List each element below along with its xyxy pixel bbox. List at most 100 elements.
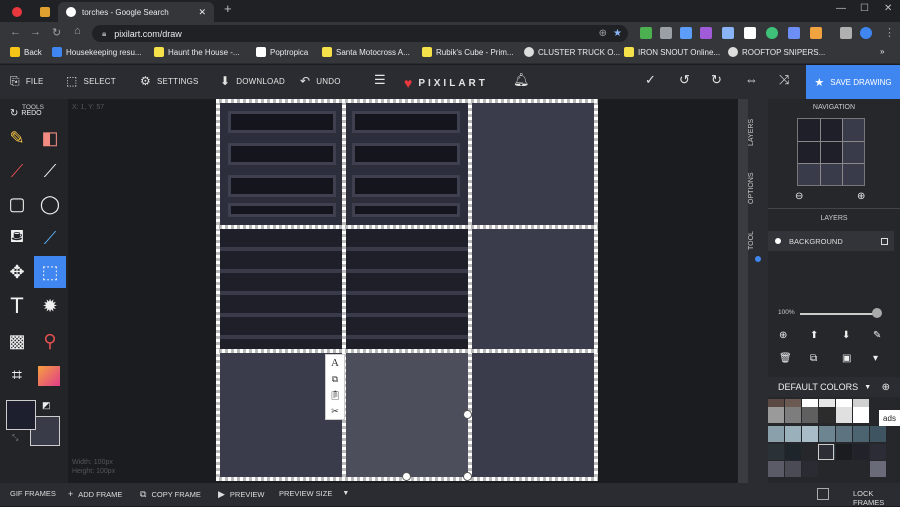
move-tool[interactable]: ✥ — [1, 256, 33, 288]
copy-icon[interactable]: ⧉ — [326, 371, 344, 387]
extension-icon[interactable] — [640, 27, 652, 39]
select-tool[interactable]: ⬚ — [34, 256, 66, 288]
zoom-out-icon[interactable]: ⊖ — [795, 191, 803, 202]
workspace-scrollbar[interactable] — [738, 99, 748, 483]
layer-visible-icon[interactable] — [775, 238, 781, 244]
canvas-tile-empty[interactable] — [472, 103, 594, 225]
gif-frames-button[interactable]: GIF FRAMES — [10, 489, 56, 498]
rectangle-tool[interactable]: ▢ — [1, 188, 33, 220]
palette-swatch[interactable] — [802, 461, 818, 477]
bookmark-item[interactable]: Back — [10, 47, 42, 57]
palette-swatch[interactable] — [853, 444, 869, 460]
line-tool[interactable]: ⟋ — [34, 155, 66, 187]
dither-tool[interactable]: ▩ — [1, 325, 33, 357]
redo-button[interactable]: ↻ REDO — [10, 108, 42, 119]
zoom-in-icon[interactable]: ⊕ — [857, 191, 865, 202]
home-icon[interactable]: ⌂ — [74, 25, 81, 37]
bookmark-item[interactable]: Housekeeping resu... — [52, 47, 142, 57]
tab-options[interactable]: OPTIONS — [748, 168, 768, 208]
reset-colors-icon[interactable]: ⤡ — [12, 433, 18, 443]
extension-icon[interactable] — [680, 27, 692, 39]
layer-options-icon[interactable]: ▾ — [873, 353, 878, 364]
chevron-down-icon[interactable]: ▼ — [864, 384, 871, 391]
stamp-tool[interactable]: ⚲ — [34, 325, 66, 357]
duplicate-layer-icon[interactable]: ⧉ — [810, 353, 817, 364]
add-layer-icon[interactable]: ⊕ — [779, 330, 787, 341]
bookmark-item[interactable]: ROOFTOP SNIPERS... — [728, 47, 825, 57]
bookmark-star-icon[interactable]: ★ — [613, 28, 622, 39]
hamburger-menu-icon[interactable]: ☰ — [374, 72, 386, 88]
lock-frames-button[interactable]: LOCK FRAMES — [853, 489, 900, 507]
palette-swatch[interactable] — [870, 461, 886, 477]
bookmark-item[interactable]: Rubik's Cube - Prim... — [422, 47, 514, 57]
add-icon[interactable]: ⊕ — [599, 28, 607, 39]
palette-swatch[interactable] — [785, 461, 801, 477]
palette-swatch[interactable] — [819, 407, 835, 423]
extension-icon[interactable] — [660, 27, 672, 39]
swap-colors-icon[interactable]: ◩ — [42, 400, 51, 411]
maximize-button[interactable]: ☐ — [860, 3, 869, 14]
add-color-icon[interactable]: ⊕ — [882, 382, 890, 393]
minimize-button[interactable]: — — [836, 3, 846, 14]
primary-color-swatch[interactable] — [6, 400, 36, 430]
notification-bell-icon[interactable]: 🔔︎ — [513, 72, 530, 88]
extension-icon[interactable] — [766, 27, 778, 39]
palette-swatch[interactable] — [853, 407, 869, 423]
layer-row-background[interactable]: BACKGROUND — [768, 231, 894, 251]
move-layer-down-icon[interactable]: ⬇ — [842, 330, 850, 341]
eyedropper-tool[interactable]: ⟋ — [34, 222, 66, 254]
palette-swatch[interactable] — [836, 407, 852, 423]
shuffle-icon[interactable]: ⤨ — [779, 72, 789, 88]
palette-swatch-selected[interactable] — [818, 444, 834, 460]
canvas-tile-selected[interactable] — [346, 353, 468, 477]
extension-icon[interactable] — [840, 27, 852, 39]
browser-tab-pinned-2[interactable] — [32, 2, 56, 22]
bookmark-item[interactable]: Haunt the House -... — [154, 47, 240, 57]
palette-swatch[interactable] — [785, 407, 801, 423]
layer-checkbox[interactable] — [881, 237, 888, 245]
bookmark-item[interactable]: CLUSTER TRUCK O... — [524, 47, 620, 57]
edit-layer-icon[interactable]: ✎ — [873, 330, 881, 341]
bookmark-item[interactable]: Poptropica — [256, 47, 308, 57]
new-tab-button[interactable]: + — [224, 1, 232, 16]
palette-swatch[interactable] — [768, 461, 784, 477]
lock-frames-checkbox[interactable] — [817, 488, 829, 500]
palette-swatch[interactable] — [768, 426, 784, 442]
palette-swatch[interactable] — [836, 426, 852, 442]
selection-resize-handle[interactable] — [463, 410, 472, 419]
extension-icon[interactable] — [722, 27, 734, 39]
palette-swatch[interactable] — [802, 444, 818, 460]
navigation-preview[interactable] — [797, 118, 865, 186]
delete-layer-icon[interactable]: 🗑︎ — [779, 353, 792, 364]
checkmark-icon[interactable]: ✓ — [645, 72, 656, 88]
bookmarks-overflow-button[interactable]: » — [880, 47, 884, 56]
palette-swatch[interactable] — [836, 444, 852, 460]
palette-swatch[interactable] — [785, 444, 801, 460]
palette-swatch[interactable] — [853, 426, 869, 442]
preview-size-dropdown[interactable]: PREVIEW SIZE ▼ — [279, 489, 349, 498]
brush-tool[interactable]: ⟋ — [1, 155, 33, 187]
palette-swatch[interactable] — [785, 426, 801, 442]
forward-arrow-icon[interactable]: → — [30, 26, 41, 38]
add-frame-button[interactable]: + ADD FRAME — [68, 489, 122, 499]
download-button[interactable]: ⬇ DOWNLOAD — [220, 74, 285, 88]
canvas-tile-bricks[interactable] — [220, 229, 344, 349]
extension-icon[interactable] — [788, 27, 800, 39]
opacity-slider-track[interactable] — [800, 313, 876, 315]
address-bar[interactable]: 🔒︎ pixilart.com/draw ⊕ ★ — [92, 25, 628, 42]
canvas-tile-shelf[interactable] — [220, 103, 344, 225]
move-layer-up-icon[interactable]: ⬆ — [810, 330, 818, 341]
crop-tool[interactable]: ⌗ — [1, 359, 33, 391]
extension-icon[interactable] — [700, 27, 712, 39]
pencil-tool[interactable]: ✎ — [1, 122, 33, 154]
palette-swatch[interactable] — [802, 407, 818, 423]
preview-button[interactable]: ▶ PREVIEW — [218, 489, 265, 500]
palette-swatch[interactable] — [870, 444, 886, 460]
opacity-slider-handle[interactable] — [872, 308, 882, 318]
fill-bucket-tool[interactable]: ⛾ — [1, 222, 33, 254]
rotate-right-icon[interactable]: ↻ — [711, 72, 722, 88]
browser-tab-pinned-1[interactable] — [4, 2, 28, 22]
reload-icon[interactable]: ↻ — [52, 26, 61, 39]
bookmark-item[interactable]: Santa Motocross A... — [322, 47, 410, 57]
drawing-canvas[interactable] — [216, 99, 598, 481]
